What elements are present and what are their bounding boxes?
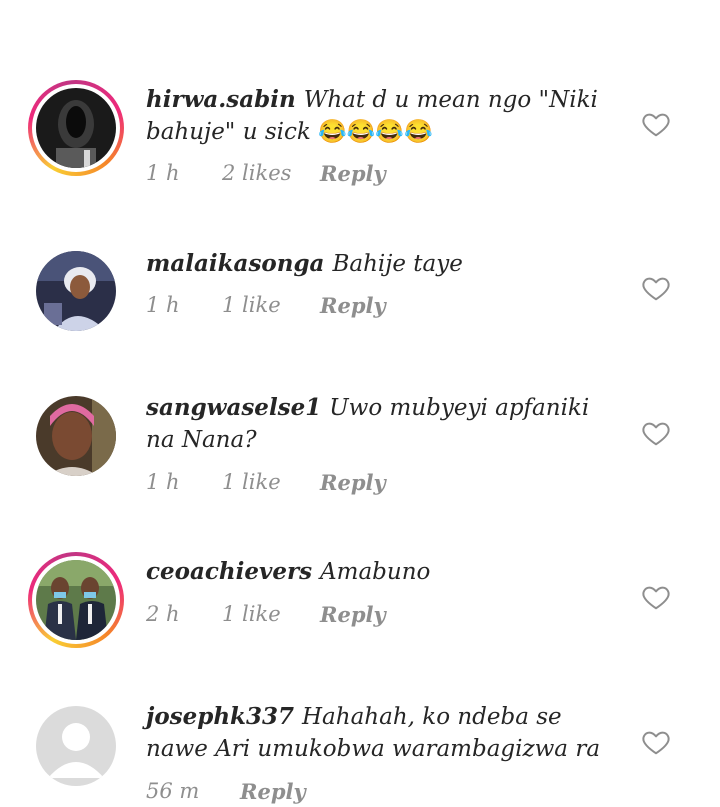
comment-text: sangwaselse1 Uwo mubyeyi apfaniki na Nana…	[146, 392, 606, 456]
default-avatar-icon[interactable]	[36, 706, 116, 786]
reply-button[interactable]: Reply	[320, 293, 386, 318]
avatar	[36, 88, 116, 168]
heart-outline-icon[interactable]	[641, 273, 671, 303]
comment-username[interactable]: ceoachievers	[146, 558, 312, 585]
comment-username[interactable]: malaikasonga	[146, 250, 324, 277]
reply-button[interactable]: Reply	[320, 602, 386, 627]
comment-username[interactable]: sangwaselse1	[146, 394, 321, 421]
comment-text: malaikasonga Bahije taye	[146, 248, 606, 280]
comment-meta: 1 h 1 like Reply	[146, 293, 386, 318]
comment-text: hirwa.sabin What d u mean ngo "Niki bahuj…	[146, 84, 606, 148]
comment-likes[interactable]: 1 like	[222, 602, 320, 627]
avatar[interactable]	[36, 251, 116, 331]
laughing-emoji-icon: 😂😂😂😂	[318, 119, 433, 145]
avatar[interactable]	[36, 396, 116, 476]
comment-username[interactable]: hirwa.sabin	[146, 86, 296, 113]
comment-meta: 56 m Reply	[146, 779, 306, 804]
comment-text: ceoachievers Amabuno	[146, 556, 606, 588]
comment-likes[interactable]: 1 like	[222, 470, 320, 495]
comment-username[interactable]: josephk337	[146, 703, 294, 730]
avatar-story-ring[interactable]	[28, 552, 124, 648]
comment-time: 1 h	[146, 470, 180, 494]
comment-time: 1 h	[146, 161, 180, 185]
heart-outline-icon[interactable]	[641, 109, 671, 139]
avatar-story-ring[interactable]	[28, 80, 124, 176]
comment-likes[interactable]: 2 likes	[222, 161, 320, 186]
reply-button[interactable]: Reply	[240, 779, 306, 804]
heart-outline-icon[interactable]	[641, 418, 671, 448]
comment-meta: 2 h 1 like Reply	[146, 602, 386, 627]
reply-button[interactable]: Reply	[320, 161, 386, 186]
comment-meta: 1 h 2 likes Reply	[146, 161, 386, 186]
comment-meta: 1 h 1 like Reply	[146, 470, 386, 495]
heart-outline-icon[interactable]	[641, 582, 671, 612]
reply-button[interactable]: Reply	[320, 470, 386, 495]
comment-body: Bahije taye	[332, 251, 463, 277]
comment-time: 56 m	[146, 779, 200, 803]
comment-likes[interactable]: 1 like	[222, 293, 320, 318]
avatar	[36, 560, 116, 640]
comment-time: 1 h	[146, 293, 180, 317]
heart-outline-icon[interactable]	[641, 727, 671, 757]
comment-text: josephk337 Hahahah, ko ndeba se nawe Ari …	[146, 701, 606, 765]
comment-time: 2 h	[146, 602, 180, 626]
comment-body: Amabuno	[320, 559, 431, 585]
